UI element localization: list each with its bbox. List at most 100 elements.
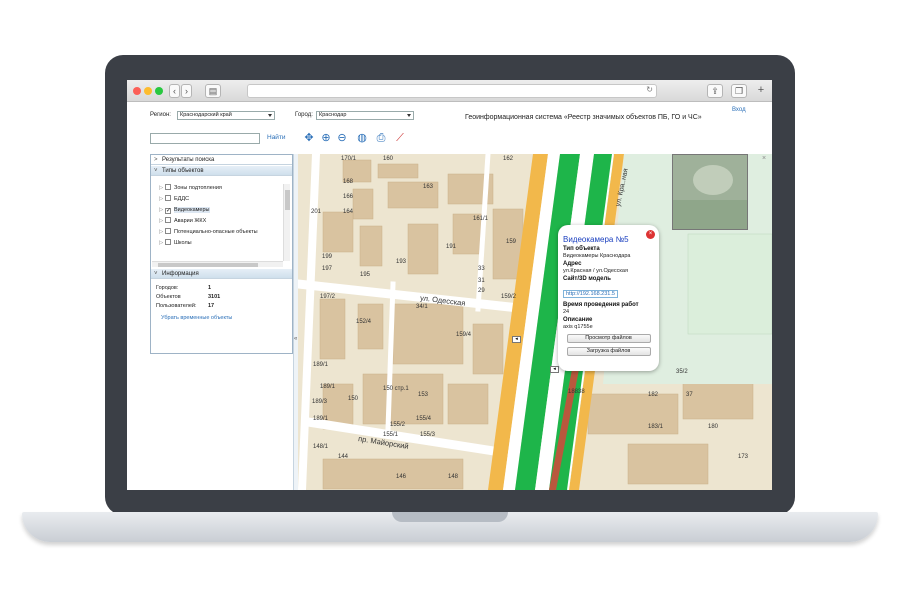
tree-item-label: Школы [174,240,192,246]
search-input[interactable] [150,133,260,144]
house-number: 144 [338,454,349,460]
info-header[interactable]: ˅ Информация [151,269,292,279]
print-icon[interactable]: ⎙ [374,131,388,145]
zoom-window-icon[interactable] [155,87,163,95]
collapse-arrow-icon[interactable]: « [294,336,297,342]
house-number: 155/4 [416,416,432,422]
building [377,163,419,179]
tree-item-flood-zones[interactable]: ▷ Зоны подтопления [159,183,222,193]
house-number: 35/2 [676,369,688,375]
building [322,211,354,253]
scroll-thumb[interactable] [158,263,258,267]
city-label: Город: [295,112,313,118]
road [298,154,321,490]
house-number: 34/1 [416,304,428,310]
overview-minimap[interactable] [672,154,748,230]
house-number: 148/1 [313,444,329,450]
house-number: 197/2 [320,294,336,300]
chevron-down-icon: ˅ [154,168,158,174]
chevron-down-icon: ˅ [154,271,158,277]
laptop-notch [392,512,508,522]
info-objects-value: 3101 [208,294,221,300]
search-results-title: Результаты поиска [162,157,215,163]
house-number: 155/2 [390,422,406,428]
checkbox[interactable] [165,184,171,190]
house-number: 170/1 [341,156,357,162]
house-number: 160 [383,156,394,162]
house-number: 189/1 [320,384,336,390]
tree-item-schools[interactable]: ▷ Школы [159,238,192,248]
chevron-right-icon: > [154,157,158,163]
tree-item-label: Потенциально-опасные объекты [174,229,258,235]
remove-temp-objects-link[interactable]: Убрать временные объекты [161,315,232,321]
camera-marker-icon[interactable]: ◂ [550,366,559,373]
pan-icon[interactable]: ✥ [302,131,316,145]
upload-files-button[interactable]: Загрузка файлов [566,347,651,356]
checkbox[interactable] [165,217,171,223]
map-view[interactable]: ул. Одесская пр. Майорский ул. Кра..ная … [298,154,772,490]
building [357,303,384,350]
checkbox[interactable] [165,239,171,245]
minimap-area [693,165,733,195]
forward-icon[interactable]: › [181,84,192,98]
object-types-title: Типы объектов [162,168,204,174]
screen: ‹ › ▤ ↻ ⇪ ❐ + Регион: Краснодарский край… [127,80,772,490]
tree-vertical-scrollbar[interactable] [283,184,290,261]
system-title: Геоинформационная система «Реестр значим… [465,114,702,121]
search-button[interactable]: Найти [267,134,286,141]
zoom-in-icon[interactable]: ⊕ [319,131,333,145]
popup-work-time-value: 24 [563,309,570,315]
house-number: 201 [311,209,322,215]
building [322,458,464,490]
new-tab-icon[interactable]: + [755,84,767,98]
tree-item-edds[interactable]: ▷ ЕДДС [159,194,189,204]
zoom-out-icon[interactable]: ⊖ [335,131,349,145]
object-types-header[interactable]: ˅ Типы объектов [151,166,292,176]
address-bar[interactable]: ↻ [247,84,657,98]
tree-horizontal-scrollbar[interactable] [152,261,283,267]
house-number: 146 [396,474,407,480]
building [359,225,383,267]
tabs-icon[interactable]: ❐ [731,84,747,98]
house-number: 189/1 [313,416,329,422]
sidebar-icon[interactable]: ▤ [205,84,221,98]
house-number: 199 [322,254,333,260]
popup-site-link[interactable]: http://192.168.231.5 [563,290,618,298]
camera-info-popup: × Видеокамера №5 Тип объекта Видеокамеры… [558,225,659,371]
building [472,323,504,375]
road [302,416,519,460]
info-users-value: 17 [208,303,215,309]
view-files-button[interactable]: Просмотр файлов [566,334,651,343]
back-icon[interactable]: ‹ [169,84,180,98]
checkbox[interactable] [165,228,171,234]
camera-marker-icon[interactable]: ◂ [512,336,521,343]
tree-item-hazardous-objects[interactable]: ▷ Потенциально-опасные объекты [159,227,258,237]
checkbox-checked[interactable]: ✓ [165,208,171,214]
login-link[interactable]: Вход [732,107,746,113]
building [352,188,374,220]
measure-icon[interactable]: ⟋ [393,131,407,145]
chevron-down-icon [268,114,272,117]
house-number: 161/1 [473,216,489,222]
house-number: 166 [343,194,354,200]
house-number: 164 [343,209,354,215]
close-window-icon[interactable] [133,87,141,95]
city-select[interactable]: Краснодар [316,111,414,120]
globe-icon[interactable]: ◍ [355,131,369,145]
scroll-thumb[interactable] [285,190,290,210]
close-popup-icon[interactable]: × [646,230,655,239]
share-icon[interactable]: ⇪ [707,84,723,98]
region-select[interactable]: Краснодарский край [177,111,275,120]
search-results-header[interactable]: > Результаты поиска [151,155,292,165]
tree-item-label: ЕДДС [174,196,190,202]
reload-icon[interactable]: ↻ [646,85,653,94]
close-icon[interactable]: × [762,155,766,162]
tree-item-utility-accidents[interactable]: ▷ Аварии ЖКХ [159,216,206,226]
info-objects-label: Объектов [156,294,181,300]
minimize-window-icon[interactable] [144,87,152,95]
tree-item-cameras[interactable]: ▷ ✓ Видеокамеры [159,205,210,215]
city-select-value: Краснодар [319,112,347,118]
house-number: 155/3 [420,432,436,438]
chevron-down-icon [407,114,411,117]
checkbox[interactable] [165,195,171,201]
